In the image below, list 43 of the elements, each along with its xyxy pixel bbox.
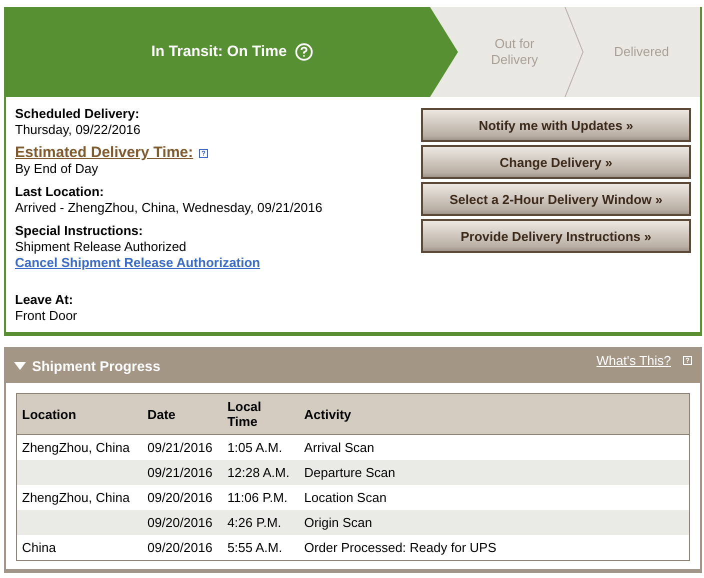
table-cell: 09/21/2016 — [147, 440, 212, 455]
table-cell: 12:28 A.M. — [227, 465, 290, 480]
field-value: Front Door — [15, 308, 78, 324]
table-cell: ZhengZhou, China — [22, 440, 130, 455]
caret-icon[interactable] — [14, 362, 26, 370]
status-step: In Transit: On Time — [6, 7, 458, 97]
panel-title: Shipment Progress — [32, 358, 162, 374]
action-button[interactable]: Select a 2-Hour Delivery Window » — [421, 182, 691, 216]
table-cell: China — [22, 540, 56, 555]
cancel-link[interactable]: Cancel Shipment Release Authorization — [15, 255, 260, 270]
table-cell: 09/20/2016 — [147, 515, 212, 530]
field-value: Shipment Release Authorized — [15, 239, 188, 255]
table-cell: 4:26 P.M. — [227, 515, 282, 530]
table-cell: 1:05 A.M. — [227, 440, 282, 455]
field-value: Thursday, 09/22/2016 — [15, 122, 142, 138]
field-value: By End of Day — [15, 161, 100, 177]
table-cell: 5:55 A.M. — [227, 540, 282, 555]
status-step: Out for Delivery — [456, 7, 573, 97]
table-cell: Departure Scan — [304, 465, 396, 480]
table-cell: 09/20/2016 — [147, 540, 212, 555]
column-header: Local Time — [222, 394, 300, 434]
field-label: Special Instructions: — [15, 223, 144, 239]
status-step: Delivered — [583, 7, 700, 97]
field-label: Leave At: — [15, 292, 74, 308]
field-label: Last Location: — [15, 184, 105, 200]
table-cell: Location Scan — [304, 490, 387, 505]
table-cell: Order Processed: Ready for UPS — [304, 540, 496, 555]
action-button[interactable]: Change Delivery » — [421, 145, 691, 179]
action-button[interactable]: Provide Delivery Instructions » — [421, 219, 691, 253]
action-button[interactable]: Notify me with Updates » — [421, 108, 691, 142]
table-cell: 09/21/2016 — [147, 465, 212, 480]
table-cell: 11:06 P.M. — [227, 490, 288, 505]
table-cell: Origin Scan — [304, 515, 372, 530]
help-icon[interactable] — [199, 149, 208, 158]
field-value: Arrived - ZhengZhou, China, Wednesday, 09/21/2016 — [15, 200, 324, 216]
column-header: Location — [16, 394, 142, 434]
table-cell: Arrival Scan — [304, 440, 374, 455]
table-cell: ZhengZhou, China — [22, 490, 130, 505]
estimated-time-link[interactable]: Estimated Delivery Time: — [15, 144, 194, 161]
column-header: Activity — [299, 394, 690, 434]
field-label: Scheduled Delivery: — [15, 106, 140, 122]
table-cell: 09/20/2016 — [147, 490, 212, 505]
column-header: Date — [142, 394, 222, 434]
